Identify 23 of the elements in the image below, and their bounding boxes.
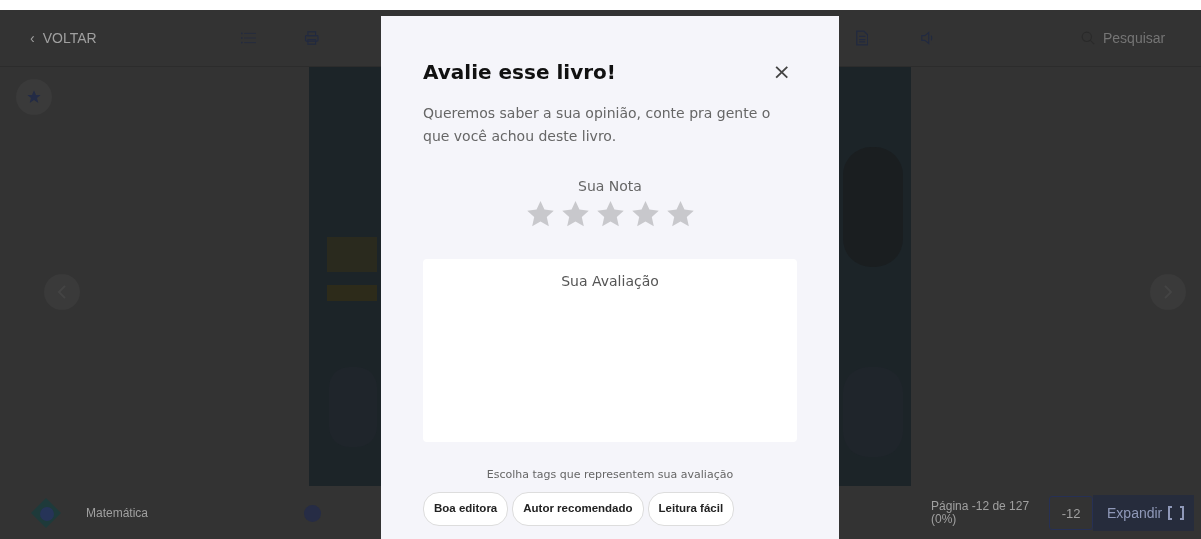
expand-icon bbox=[1168, 506, 1185, 520]
back-chevron[interactable]: ‹ bbox=[30, 27, 35, 49]
tag-chip[interactable]: Autor recomendado bbox=[512, 491, 644, 526]
star-icon[interactable] bbox=[631, 201, 659, 227]
logo-icon bbox=[30, 497, 62, 529]
star-icon[interactable] bbox=[526, 201, 554, 227]
star-icon[interactable] bbox=[666, 201, 694, 227]
search-field[interactable]: Pesquisar bbox=[1101, 26, 1171, 50]
tags-hint: Escolha tags que representem sua avaliação bbox=[485, 467, 735, 483]
subject-label: Matemática bbox=[86, 505, 149, 522]
star-icon[interactable] bbox=[596, 201, 624, 227]
page-info: Página -12 de 127 (0%) bbox=[931, 500, 1031, 526]
intro-text: Queremos saber a sua opinião, conte pra gente o que você achou deste livro. bbox=[423, 104, 772, 146]
tag-chip[interactable]: Leitura fácil bbox=[647, 491, 735, 526]
dialog-title: Avalie esse livro! bbox=[423, 60, 616, 84]
review-field[interactable]: Sua Avaliação bbox=[423, 259, 797, 442]
close-button[interactable]: × bbox=[766, 61, 797, 83]
rating-label: Sua Nota bbox=[577, 177, 643, 196]
star-icon[interactable] bbox=[561, 201, 589, 227]
expand-button[interactable]: Expandir bbox=[1093, 495, 1195, 531]
tag-chip[interactable]: Boa editora bbox=[423, 491, 509, 526]
back-link[interactable]: VOLTAR bbox=[42, 27, 97, 49]
page-input[interactable]: -12 bbox=[1049, 496, 1094, 530]
